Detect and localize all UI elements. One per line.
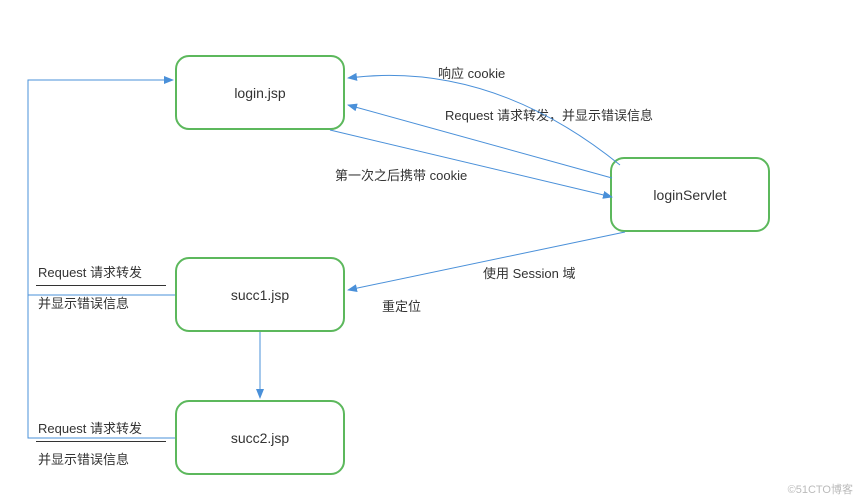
node-succ2-jsp: succ2.jsp [175,400,345,475]
arrow-login-to-servlet [330,130,612,197]
watermark: ©51CTO博客 [788,481,853,497]
node-label: succ2.jsp [231,430,289,446]
label-carry-cookie: 第一次之后携带 cookie [335,165,467,184]
label-redirect: 重定位 [382,296,421,315]
arrow-succ2-to-login [28,295,175,438]
label-req-forward-1a: Request 请求转发 [38,262,142,281]
separator-icon [36,441,166,442]
node-login-jsp: login.jsp [175,55,345,130]
label-req-forward-2a: Request 请求转发 [38,418,142,437]
node-label: loginServlet [653,187,726,203]
node-login-servlet: loginServlet [610,157,770,232]
node-succ1-jsp: succ1.jsp [175,257,345,332]
label-request-forward-error: Request 请求转发，并显示错误信息 [445,105,653,124]
separator-icon [36,285,166,286]
label-response-cookie: 响应 cookie [438,63,505,82]
node-label: login.jsp [234,85,285,101]
label-use-session: 使用 Session 域 [483,263,575,282]
node-label: succ1.jsp [231,287,289,303]
label-req-forward-1b: 并显示错误信息 [38,293,129,312]
label-req-forward-2b: 并显示错误信息 [38,449,129,468]
